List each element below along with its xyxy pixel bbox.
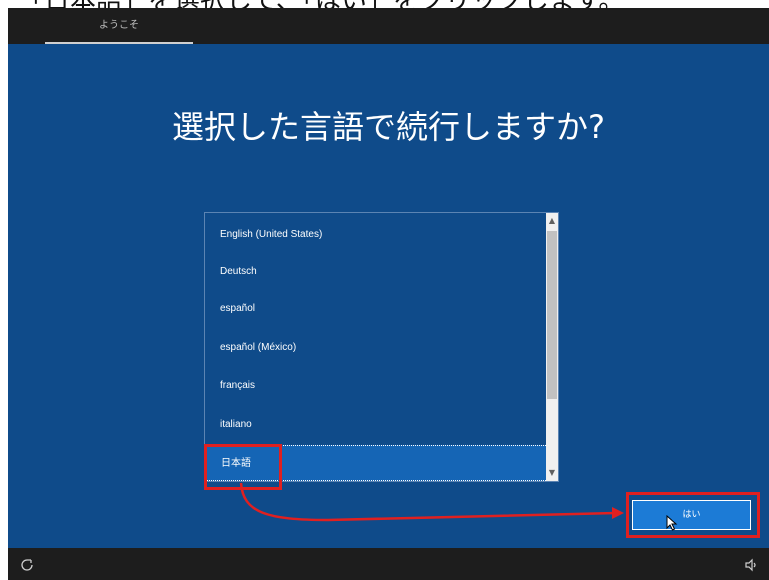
mouse-cursor-icon [666,515,678,531]
ease-of-access-icon[interactable] [20,558,34,572]
volume-icon[interactable] [744,558,758,572]
setup-window: ようこそ 選択した言語で続行しますか? English (United Stat… [8,8,769,580]
highlight-box-language [204,444,282,490]
highlight-box-button [626,492,760,538]
bottom-bar [8,548,769,580]
